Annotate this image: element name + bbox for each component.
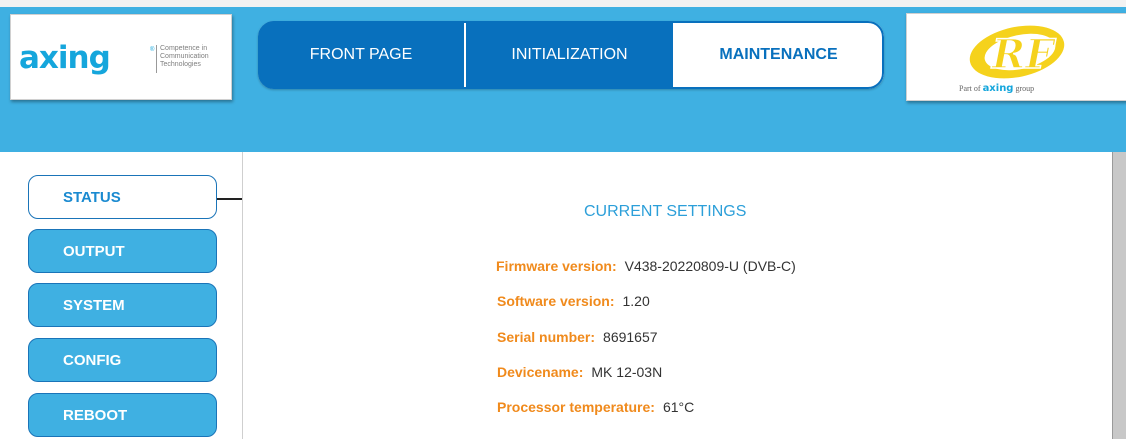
rf-logo-mark: RF <box>991 31 1056 78</box>
setting-row-software: Software version: 1.20 <box>497 293 650 309</box>
axing-logo-text: axing <box>19 40 111 76</box>
sidebar-item-system[interactable]: SYSTEM <box>28 283 217 327</box>
devicename-value: MK 12-03N <box>591 364 663 380</box>
tagline-line-2: Communication <box>160 53 209 60</box>
processor-temperature-label: Processor temperature: <box>497 399 655 415</box>
registered-mark: ® <box>150 47 155 53</box>
right-gutter <box>1113 152 1126 439</box>
setting-row-serial: Serial number: 8691657 <box>497 329 658 345</box>
processor-temperature-value: 61°C <box>662 399 695 415</box>
software-version-label: Software version: <box>497 293 615 309</box>
axing-logo[interactable]: axing ® Competence in Communication Tech… <box>10 14 232 100</box>
sidebar-item-config[interactable]: CONFIG <box>28 338 217 382</box>
rf-part-of-text: Part of <box>959 84 981 93</box>
top-strip <box>0 0 1126 7</box>
tab-front-page[interactable]: FRONT PAGE <box>258 21 464 89</box>
serial-number-value: 8691657 <box>603 329 658 345</box>
serial-number-label: Serial number: <box>497 329 596 345</box>
rf-logo[interactable]: RF Part of axing group <box>906 13 1126 101</box>
tagline-line-3: Technologies <box>160 61 201 68</box>
logo-separator <box>156 45 157 73</box>
sidebar-item-output[interactable]: OUTPUT <box>28 229 217 273</box>
sidebar-item-status[interactable]: STATUS <box>28 175 217 219</box>
setting-row-firmware: Firmware version: V438-20220809-U (DVB-C) <box>496 258 796 274</box>
tagline-line-1: Competence in <box>160 45 208 52</box>
sidebar-item-reboot[interactable]: REBOOT <box>28 393 217 437</box>
firmware-version-value: V438-20220809-U (DVB-C) <box>624 258 796 274</box>
setting-row-devicename: Devicename: MK 12-03N <box>497 364 662 380</box>
devicename-label: Devicename: <box>497 364 584 380</box>
logo-tagline: Competence in Communication Technologies <box>160 45 230 69</box>
setting-row-temperature: Processor temperature: 61°C <box>497 399 694 415</box>
active-item-connector <box>217 198 242 200</box>
main-navigation: FRONT PAGE INITIALIZATION MAINTENANCE <box>258 21 884 89</box>
page-title: CURRENT SETTINGS <box>584 203 747 220</box>
tab-maintenance[interactable]: MAINTENANCE <box>673 21 884 89</box>
tab-initialization[interactable]: INITIALIZATION <box>466 21 673 89</box>
rf-logo-icon: RF <box>969 25 1065 79</box>
rf-group-text: group <box>1015 84 1035 93</box>
firmware-version-label: Firmware version: <box>496 258 617 274</box>
rf-logo-caption: Part of axing group <box>959 83 1034 94</box>
rf-axing-text: axing <box>982 83 1014 94</box>
software-version-value: 1.20 <box>622 293 650 309</box>
main-content <box>243 152 1113 439</box>
